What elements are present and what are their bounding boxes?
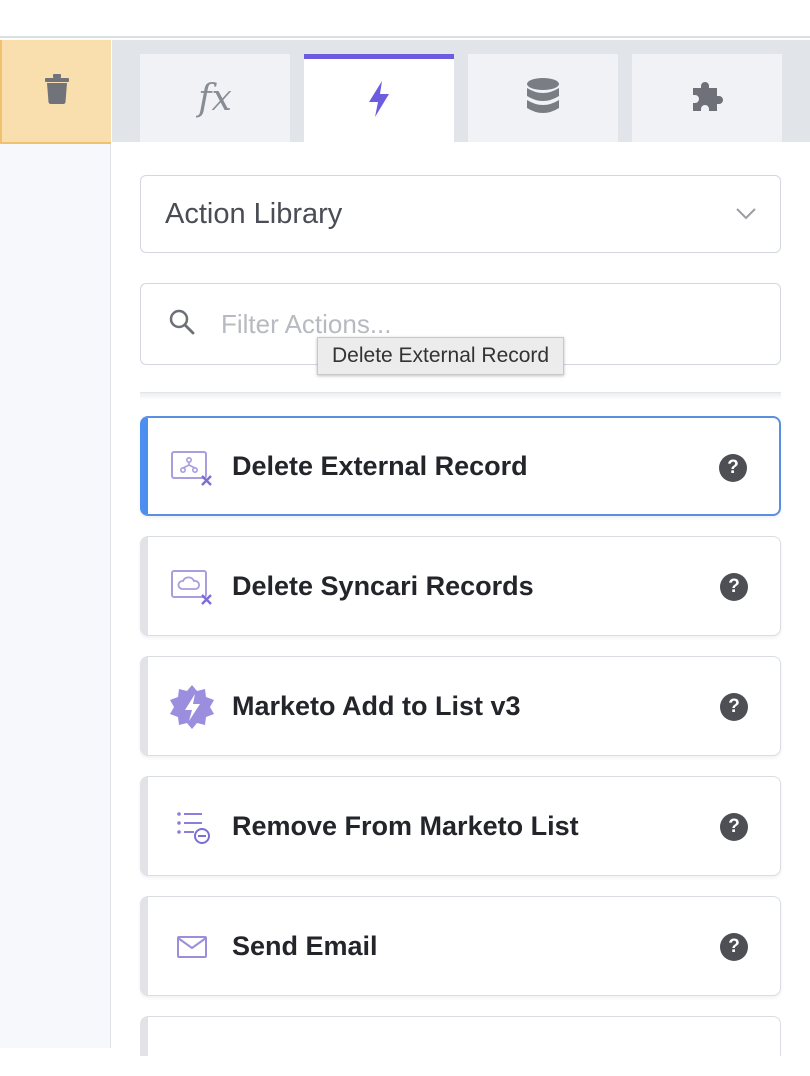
action-item-send-email[interactable]: Send Email ? [140, 896, 781, 996]
puzzle-icon [691, 80, 723, 116]
filter-input[interactable] [221, 308, 741, 340]
help-icon[interactable]: ? [720, 573, 748, 601]
gear-bolt-icon [168, 683, 216, 731]
delete-cloud-records-icon [168, 563, 216, 611]
action-item-marketo-add-to-list[interactable]: Marketo Add to List v3 ? [140, 656, 781, 756]
action-title: Delete Syncari Records [232, 570, 534, 601]
tab-data[interactable] [468, 54, 618, 142]
library-select[interactable]: Action Library [140, 175, 781, 253]
database-icon [526, 77, 560, 119]
help-icon[interactable]: ? [719, 454, 747, 482]
lightning-icon [367, 81, 391, 121]
action-item-remove-from-marketo-list[interactable]: Remove From Marketo List ? [140, 776, 781, 876]
action-title: Marketo Add to List v3 [232, 690, 521, 721]
library-select-value: Action Library [165, 197, 343, 230]
tab-bar: fx [112, 40, 810, 143]
tab-actions[interactable] [304, 54, 454, 143]
chevron-down-icon [736, 205, 756, 224]
top-bar [0, 0, 810, 38]
left-column [0, 40, 111, 1048]
search-icon [169, 309, 195, 339]
help-icon[interactable]: ? [720, 813, 748, 841]
trash-icon [44, 74, 70, 108]
action-item-delete-external-record[interactable]: Delete External Record ? [140, 416, 781, 516]
scroll-divider [140, 392, 781, 400]
action-item-delete-syncari-records[interactable]: Delete Syncari Records ? [140, 536, 781, 636]
tab-functions[interactable]: fx [140, 54, 290, 142]
action-title: Remove From Marketo List [232, 810, 579, 841]
delete-button[interactable] [0, 40, 111, 144]
envelope-icon [168, 923, 216, 971]
tooltip: Delete External Record [317, 337, 565, 375]
delete-external-record-icon [168, 444, 216, 492]
action-item[interactable] [140, 1016, 781, 1056]
tab-integrations[interactable] [632, 54, 782, 142]
fx-icon: fx [198, 77, 232, 119]
action-list: Delete External Record ? Delete Syncari … [140, 416, 781, 1076]
action-title: Delete External Record [232, 450, 528, 481]
list-remove-icon [168, 803, 216, 851]
action-title: Send Email [232, 930, 378, 961]
help-icon[interactable]: ? [720, 933, 748, 961]
help-icon[interactable]: ? [720, 693, 748, 721]
actions-panel: Action Library Delete External Record [112, 142, 810, 1056]
